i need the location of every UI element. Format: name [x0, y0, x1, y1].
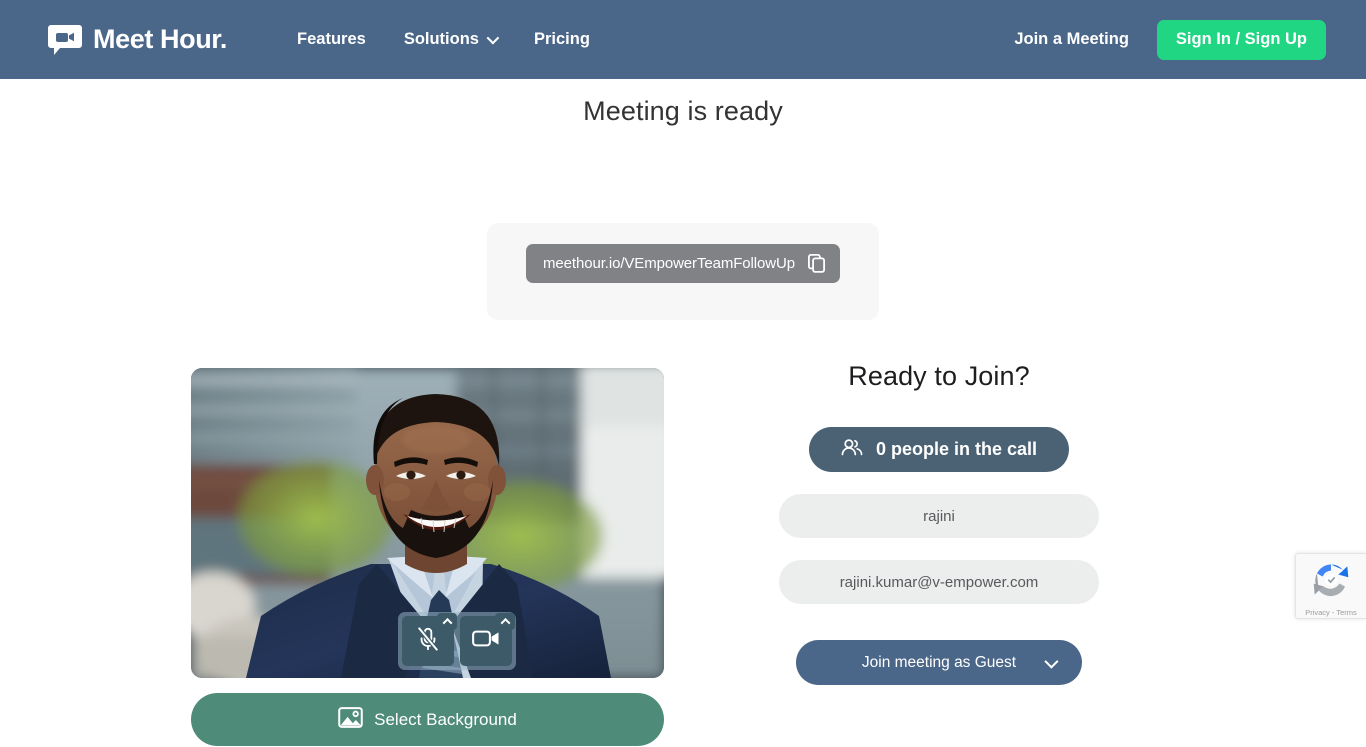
chevron-up-icon — [500, 617, 510, 628]
join-meeting-label: Join meeting as Guest — [861, 653, 1017, 671]
recaptcha-icon — [1311, 560, 1351, 605]
recaptcha-privacy-terms-label[interactable]: Privacy - Terms — [1305, 608, 1357, 617]
recaptcha-badge[interactable]: Privacy - Terms — [1295, 553, 1366, 619]
select-background-label: Select Background — [374, 709, 517, 729]
nav-item-features-label: Features — [297, 30, 366, 48]
site-header: Meet Hour. Features Solutions Pricing Jo… — [0, 0, 1366, 79]
copy-icon[interactable] — [807, 253, 825, 273]
nav-item-solutions[interactable]: Solutions — [403, 30, 500, 49]
header-actions: Join a Meeting Sign In / Sign Up — [1014, 19, 1326, 60]
people-count-label: 0 people in the call — [875, 439, 1038, 459]
email-input[interactable] — [779, 560, 1099, 604]
video-camera-icon — [472, 629, 500, 653]
join-a-meeting-link[interactable]: Join a Meeting — [1014, 30, 1129, 49]
select-background-button[interactable]: Select Background — [191, 693, 664, 746]
people-count-badge[interactable]: 0 people in the call — [808, 427, 1070, 472]
join-meeting-as-guest-button[interactable]: Join meeting as Guest — [796, 640, 1082, 685]
nav-item-solutions-label: Solutions — [403, 30, 479, 48]
microphone-toggle-button[interactable] — [402, 613, 457, 666]
chevron-down-icon — [486, 31, 500, 45]
page-title: Meeting is ready — [583, 96, 783, 126]
meeting-url-card: meethour.io/VEmpowerTeamFollowUp — [487, 223, 879, 320]
ready-to-join-title: Ready to Join? — [848, 361, 1030, 391]
image-icon — [338, 706, 363, 733]
brand-logo-link[interactable]: Meet Hour. — [48, 24, 227, 56]
sign-in-sign-up-button[interactable]: Sign In / Sign Up — [1156, 19, 1326, 60]
meeting-url-text: meethour.io/VEmpowerTeamFollowUp — [543, 255, 795, 272]
display-name-input[interactable] — [779, 494, 1099, 538]
camera-settings-expand-button[interactable] — [495, 613, 515, 630]
camera-toggle-button[interactable] — [460, 613, 515, 666]
microphone-muted-icon — [416, 625, 440, 657]
nav-item-features[interactable]: Features — [297, 30, 366, 49]
video-chat-bubble-icon — [48, 24, 82, 56]
chevron-up-icon — [442, 617, 452, 628]
nav-item-pricing-label: Pricing — [533, 30, 590, 48]
meeting-url-pill[interactable]: meethour.io/VEmpowerTeamFollowUp — [526, 244, 840, 283]
microphone-settings-expand-button[interactable] — [437, 613, 457, 630]
chevron-down-icon — [1044, 654, 1059, 669]
people-icon — [841, 438, 863, 462]
nav-item-pricing[interactable]: Pricing — [534, 30, 590, 49]
video-preview-controls — [398, 612, 516, 670]
join-panel: Ready to Join? 0 people in the call Join… — [779, 361, 1099, 685]
main-content: Meeting is ready meethour.io/VEmpowerTea… — [0, 79, 1366, 747]
main-nav: Features Solutions Pricing — [297, 30, 590, 49]
brand-name: Meet Hour. — [93, 24, 228, 54]
